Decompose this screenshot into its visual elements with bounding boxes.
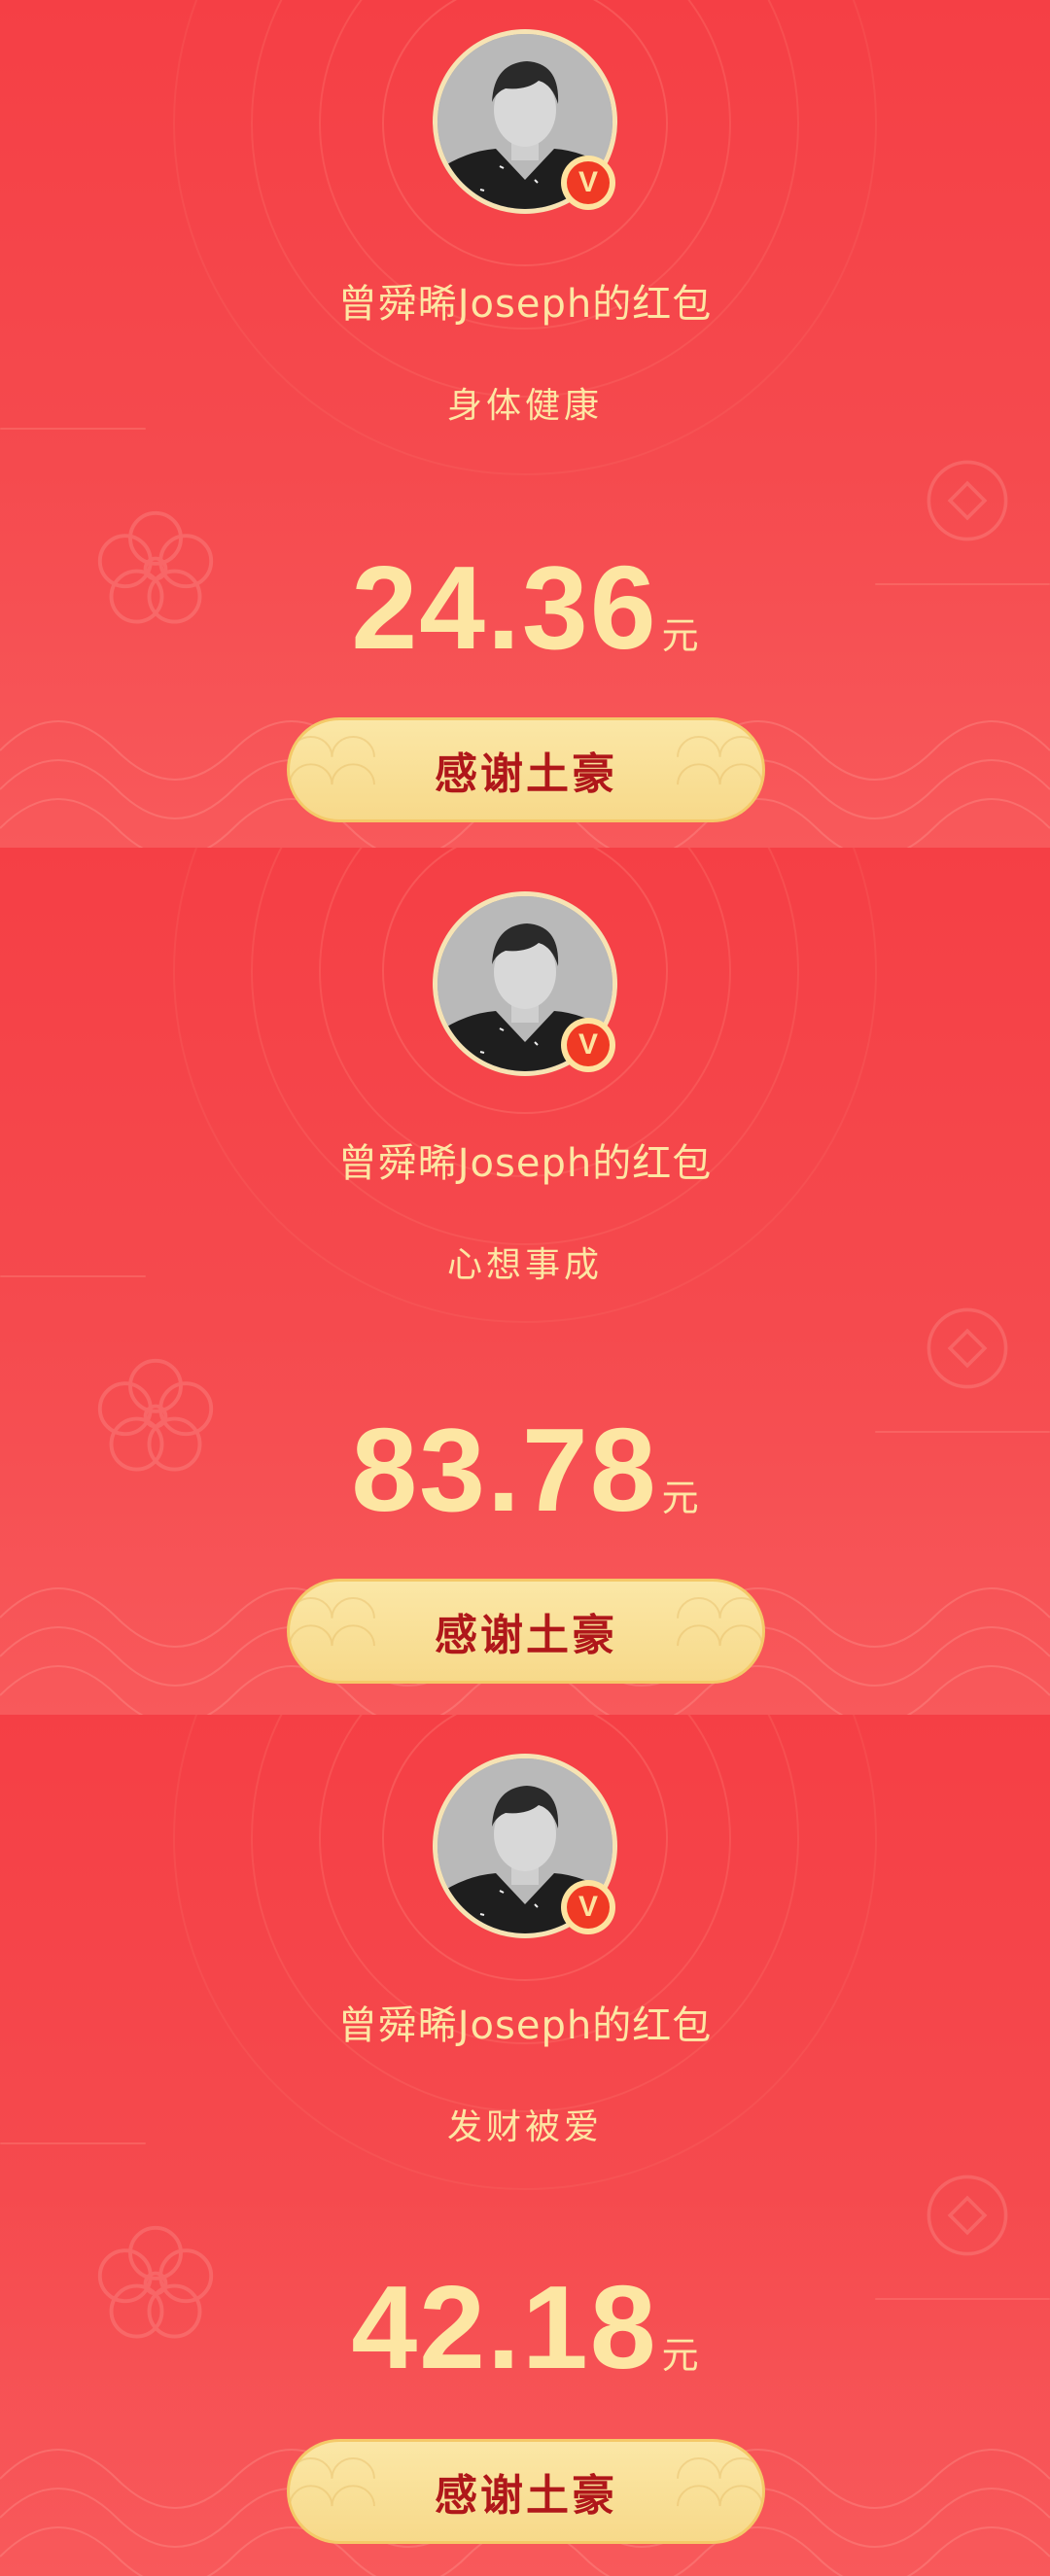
verified-v-icon: V — [567, 1886, 610, 1929]
amount-value: 24.36 — [351, 541, 658, 674]
verified-badge: V — [561, 1880, 615, 1934]
amount-value: 83.78 — [351, 1404, 658, 1536]
verified-badge: V — [561, 156, 615, 210]
thanks-button-label: 感谢土豪 — [435, 1611, 617, 1660]
amount-row: 83.78 元 — [0, 1407, 1050, 1533]
amount-unit: 元 — [661, 1477, 699, 1519]
verified-v-icon: V — [567, 1024, 610, 1066]
red-envelope-card: V 曾舜晞Joseph的红包 身体健康 24.36 元 感谢土豪 — [0, 0, 1050, 848]
thanks-button[interactable]: 感谢土豪 — [287, 1579, 765, 1684]
thanks-button[interactable]: 感谢土豪 — [287, 717, 765, 822]
red-envelope-stack: V 曾舜晞Joseph的红包 身体健康 24.36 元 感谢土豪 V 曾舜晞Jo… — [0, 0, 1050, 2576]
amount-unit: 元 — [661, 614, 699, 657]
sender-name: 曾舜晞Joseph的红包 — [337, 2003, 713, 2048]
blessing-text: 发财被爱 — [446, 2107, 603, 2147]
amount-unit: 元 — [661, 2334, 699, 2377]
sender-avatar[interactable]: V — [433, 29, 617, 214]
blessing-text: 心想事成 — [446, 1245, 603, 1285]
thanks-button-label: 感谢土豪 — [435, 2471, 617, 2521]
amount-row: 42.18 元 — [0, 2264, 1050, 2390]
amount-value: 42.18 — [351, 2261, 658, 2393]
coin-icon — [927, 460, 1008, 541]
sender-name: 曾舜晞Joseph的红包 — [337, 282, 713, 327]
verified-v-icon: V — [567, 161, 610, 204]
blessing-text: 身体健康 — [446, 386, 603, 426]
coin-icon — [927, 2175, 1008, 2256]
sender-name: 曾舜晞Joseph的红包 — [337, 1141, 713, 1186]
red-envelope-card: V 曾舜晞Joseph的红包 心想事成 83.78 元 感谢土豪 — [0, 848, 1050, 1715]
coin-icon — [927, 1307, 1008, 1389]
sender-avatar[interactable]: V — [433, 1754, 617, 1938]
verified-badge: V — [561, 1018, 615, 1072]
red-envelope-card: V 曾舜晞Joseph的红包 发财被爱 42.18 元 感谢土豪 — [0, 1715, 1050, 2576]
amount-row: 24.36 元 — [0, 544, 1050, 671]
thanks-button[interactable]: 感谢土豪 — [287, 2439, 765, 2544]
sender-avatar[interactable]: V — [433, 891, 617, 1076]
thanks-button-label: 感谢土豪 — [435, 749, 617, 799]
